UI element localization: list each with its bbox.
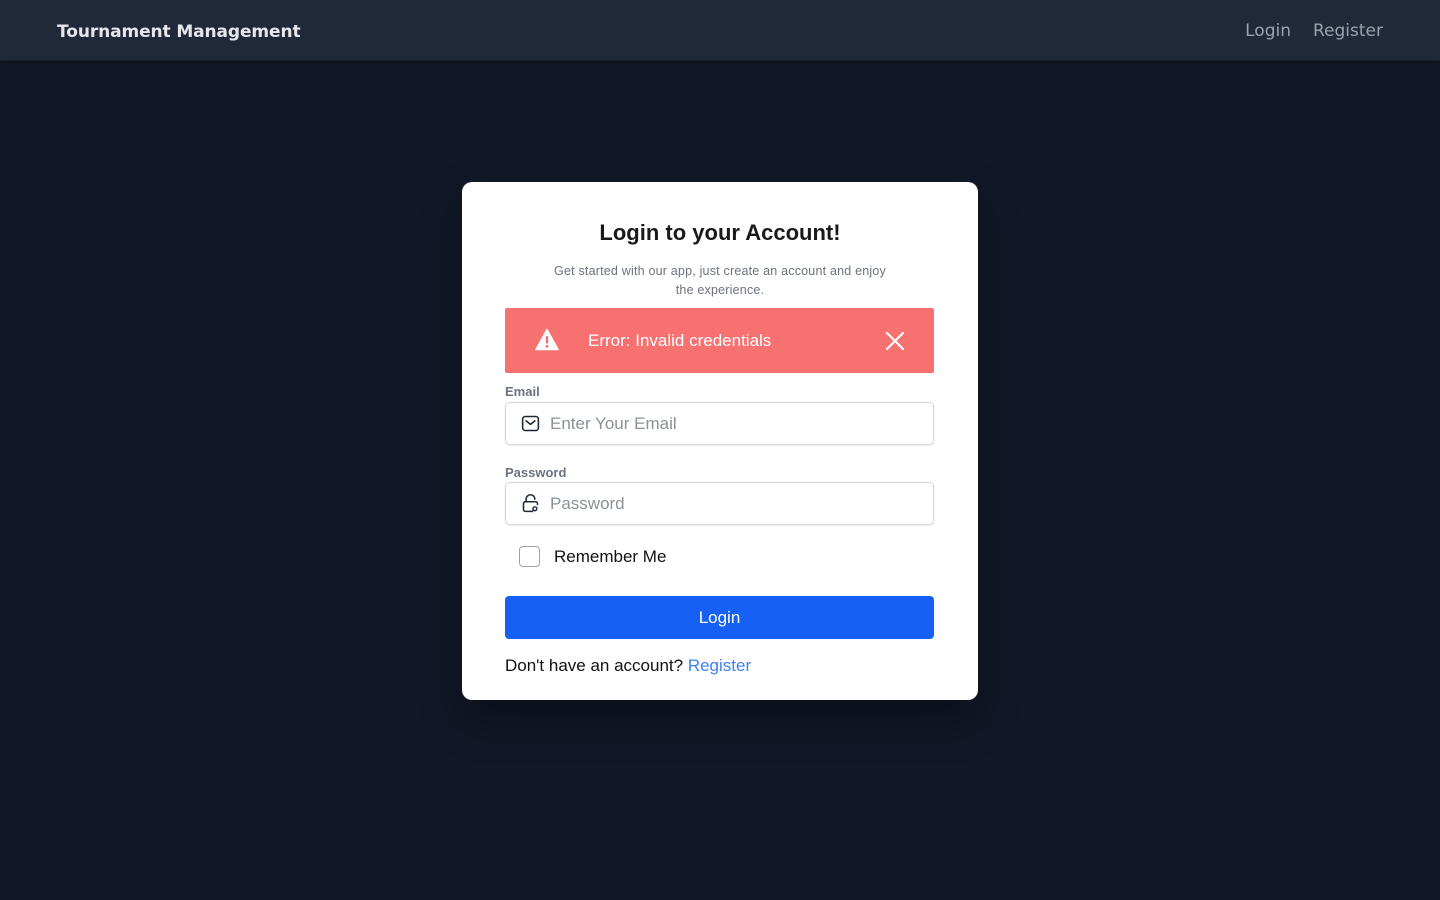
- page-title: Login to your Account!: [599, 220, 841, 245]
- warning-icon: [535, 328, 559, 351]
- mail-icon: [521, 415, 540, 432]
- login-card: Login to your Account! Get started with …: [462, 182, 978, 700]
- lock-icon: [522, 493, 539, 513]
- register-link[interactable]: Register: [688, 656, 751, 675]
- email-field: [505, 402, 934, 445]
- error-message: Error: Invalid credentials: [588, 331, 772, 350]
- login-button[interactable]: Login: [505, 596, 934, 639]
- nav-links: Login Register: [1245, 21, 1383, 41]
- email-label: Email: [505, 384, 540, 399]
- error-alert: Error: Invalid credentials: [505, 308, 934, 373]
- nav-register-link[interactable]: Register: [1313, 21, 1383, 41]
- brand-title: Tournament Management: [57, 22, 301, 42]
- password-field: [505, 482, 934, 525]
- register-prompt: Don't have an account? Register: [505, 656, 751, 676]
- remember-me-checkbox[interactable]: [519, 546, 540, 567]
- remember-me[interactable]: Remember Me: [519, 546, 666, 567]
- email-input[interactable]: [550, 403, 925, 444]
- register-prompt-text: Don't have an account?: [505, 656, 688, 675]
- close-icon[interactable]: [884, 330, 906, 352]
- top-navbar: Tournament Management Login Register: [0, 0, 1440, 61]
- page-subtitle: Get started with our app, just create an…: [554, 264, 886, 297]
- password-label: Password: [505, 465, 567, 480]
- nav-login-link[interactable]: Login: [1245, 21, 1291, 41]
- remember-me-label: Remember Me: [554, 546, 667, 566]
- password-input[interactable]: [550, 483, 925, 524]
